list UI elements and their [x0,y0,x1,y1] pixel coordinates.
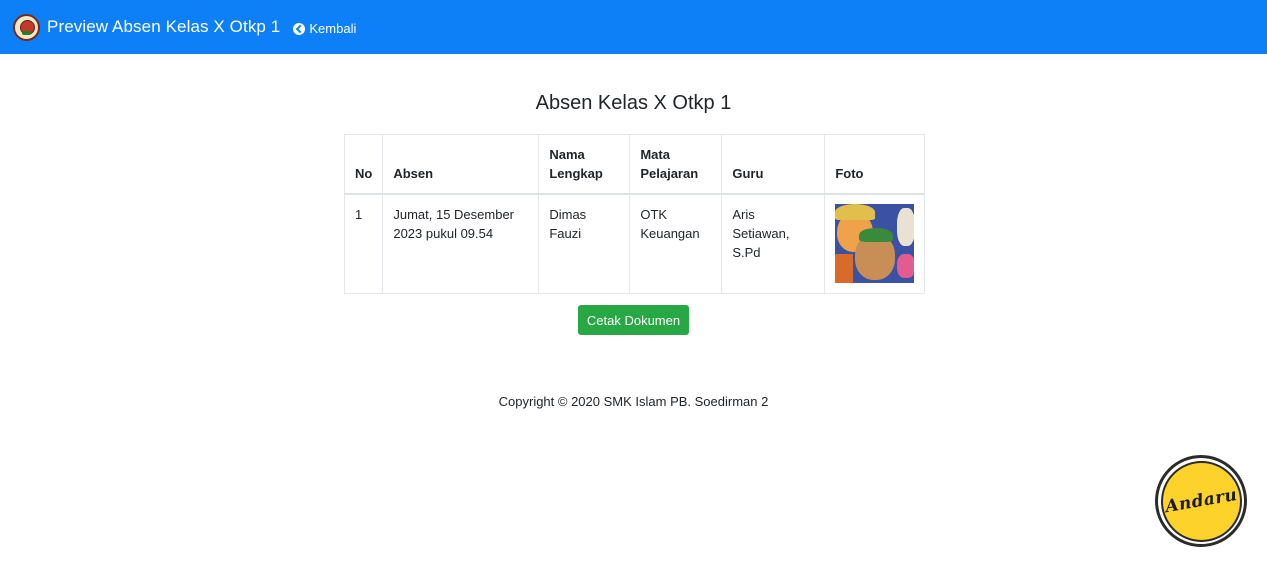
chevron-left-circle-icon [293,22,306,35]
column-header-mapel: Mata Pelajaran [629,134,723,195]
column-header-absen: Absen [382,134,540,195]
page-title: Absen Kelas X Otkp 1 [535,92,732,114]
table-header-row: No Absen Nama Lengkap Mata Pelajaran Guru … [343,134,926,195]
footer-copyright: Copyright © 2020 SMK Islam PB. Soedirman… [498,394,769,409]
student-photo[interactable] [835,203,915,283]
cell-guru: Aris Setiawan, S.Pd [721,193,826,294]
cell-foto [824,193,926,294]
watermark-logo-icon: Andaru [1160,460,1242,542]
table-row: 1 Jumat, 15 Desember 2023 pukul 09.54 Dim… [343,193,926,294]
back-link-label: Kembali [309,21,357,36]
cell-mapel: OTK Keuangan [629,193,723,294]
column-header-guru: Guru [721,134,826,195]
top-navbar: Preview Absen Kelas X Otkp 1 Kembali [0,0,1267,54]
cell-absen: Jumat, 15 Desember 2023 pukul 09.54 [382,193,540,294]
print-document-button[interactable]: Cetak Dokumen [578,305,689,335]
column-header-foto: Foto [824,134,926,195]
column-header-no: No [343,134,384,195]
school-logo-icon [13,13,40,41]
cell-no: 1 [343,193,384,294]
attendance-table: No Absen Nama Lengkap Mata Pelajaran Guru … [343,134,926,294]
column-header-nama: Nama Lengkap [538,134,631,195]
navbar-title[interactable]: Preview Absen Kelas X Otkp 1 [47,17,280,37]
cell-nama: Dimas Fauzi [538,193,631,294]
watermark-label: Andaru [1163,484,1239,518]
watermark-badge: Andaru [1155,455,1247,547]
back-link[interactable]: Kembali [293,21,356,36]
